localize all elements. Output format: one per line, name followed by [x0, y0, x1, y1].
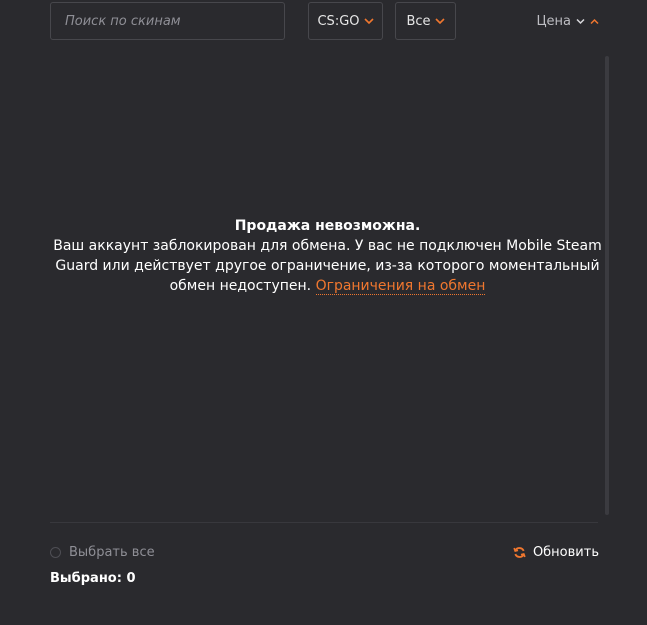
- game-select-value: CS:GO: [317, 13, 360, 29]
- search-field[interactable]: [50, 2, 285, 40]
- sort-label: Цена: [536, 13, 571, 29]
- trade-restrictions-link[interactable]: Ограничения на обмен: [315, 278, 486, 295]
- divider: [50, 522, 598, 523]
- selected-count: Выбрано: 0: [50, 571, 136, 586]
- sale-unavailable-message: Продажа невозможна. Ваш аккаунт заблокир…: [50, 216, 605, 296]
- chevron-down-icon: [363, 17, 374, 25]
- refresh-label: Обновить: [532, 544, 599, 560]
- chevron-down-icon: [434, 17, 445, 25]
- game-select[interactable]: CS:GO: [308, 2, 383, 40]
- search-input[interactable]: [65, 13, 270, 29]
- chevron-up-icon: [590, 18, 599, 25]
- inventory-panel: Продажа невозможна. Ваш аккаунт заблокир…: [50, 56, 605, 522]
- type-select[interactable]: Все: [395, 2, 456, 40]
- refresh-icon: [513, 546, 526, 559]
- select-all-label: Выбрать все: [69, 544, 155, 560]
- scrollbar[interactable]: [605, 56, 609, 515]
- select-all-radio-icon[interactable]: [50, 546, 61, 558]
- chevron-down-icon: [576, 18, 585, 25]
- message-title: Продажа невозможна.: [234, 218, 421, 234]
- refresh-button[interactable]: Обновить: [513, 543, 599, 561]
- price-sort-toggle[interactable]: Цена: [536, 12, 599, 30]
- sell-skins-page: CS:GO Все Цена Продажа невозможна. Ваш а…: [0, 0, 647, 625]
- select-all-toggle[interactable]: Выбрать все: [50, 543, 155, 561]
- type-select-value: Все: [406, 13, 431, 29]
